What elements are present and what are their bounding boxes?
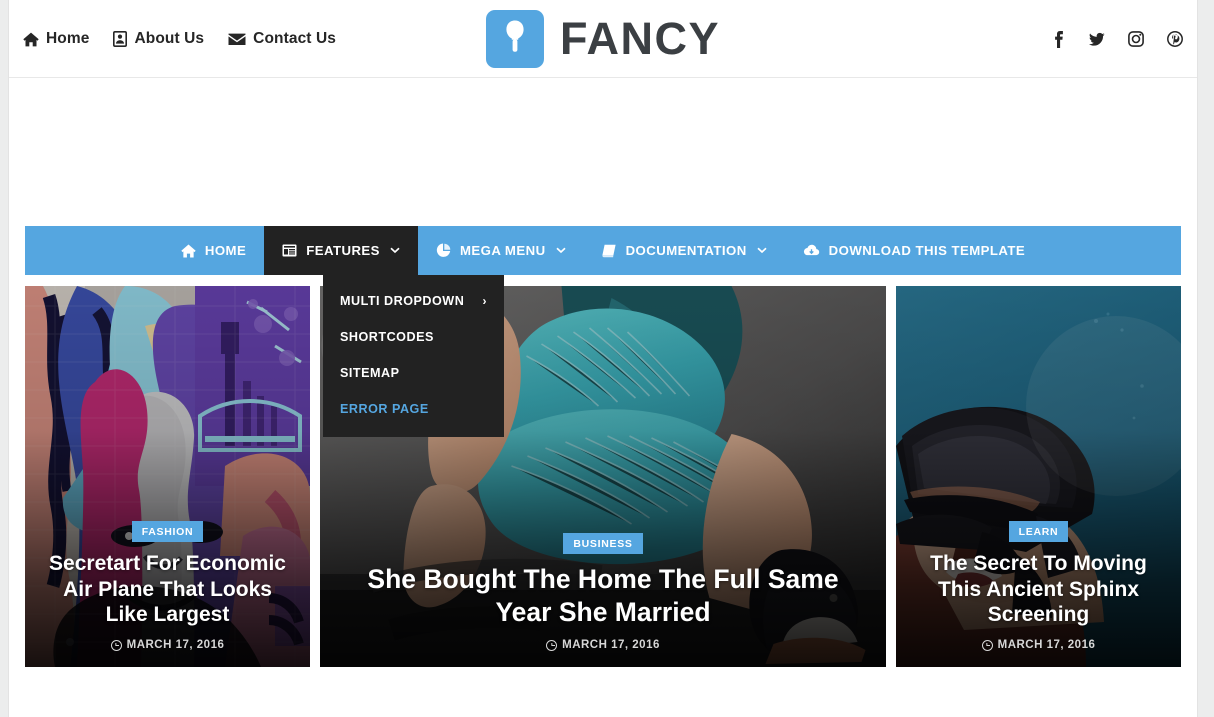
site-header: Home About Us Contact Us FANCY xyxy=(9,0,1197,78)
facebook-icon[interactable] xyxy=(1050,30,1066,48)
nav-item-mega-menu[interactable]: MEGA MENU xyxy=(418,226,584,275)
card-date: MARCH 17, 2016 xyxy=(336,639,870,651)
dropdown-label: SHORTCODES xyxy=(340,330,434,344)
chevron-right-icon: › xyxy=(482,294,487,308)
card-title[interactable]: Secretart For Economic Air Plane That Lo… xyxy=(41,551,294,628)
dropdown-item-multi-dropdown[interactable]: MULTI DROPDOWN › xyxy=(323,283,504,319)
card-content: LEARN The Secret To Moving This Ancient … xyxy=(896,521,1181,651)
featured-posts-grid: FASHION Secretart For Economic Air Plane… xyxy=(25,286,1181,667)
chevron-down-icon xyxy=(555,247,566,254)
nav-label: MEGA MENU xyxy=(459,243,546,258)
nav-item-home[interactable]: HOME xyxy=(163,226,264,275)
pie-chart-icon xyxy=(436,243,451,258)
card-date: MARCH 17, 2016 xyxy=(41,639,294,651)
cloud-download-icon xyxy=(803,244,820,257)
chevron-down-icon xyxy=(390,247,400,254)
card-date-text: MARCH 17, 2016 xyxy=(562,639,660,651)
dropdown-item-shortcodes[interactable]: SHORTCODES xyxy=(323,319,504,355)
pinterest-icon[interactable] xyxy=(1167,31,1183,47)
topnav-item-about-us[interactable]: About Us xyxy=(113,30,204,48)
ad-banner-area xyxy=(9,78,1197,226)
nav-label: HOME xyxy=(204,243,247,258)
dropdown-item-sitemap[interactable]: SITEMAP xyxy=(323,355,504,391)
topnav-item-contact-us[interactable]: Contact Us xyxy=(228,30,336,48)
card-date-text: MARCH 17, 2016 xyxy=(126,639,225,651)
clock-icon xyxy=(110,639,122,651)
card-category-badge[interactable]: LEARN xyxy=(1008,521,1069,543)
topnav-label: About Us xyxy=(134,30,205,47)
book-icon xyxy=(601,244,617,258)
id-card-icon xyxy=(113,31,128,47)
featured-card-learn[interactable]: LEARN The Secret To Moving This Ancient … xyxy=(896,286,1181,667)
card-category-badge[interactable]: FASHION xyxy=(131,521,204,543)
dropdown-label: ERROR PAGE xyxy=(340,402,429,416)
main-navigation-wrapper: HOME FEATURES MEGA MENU DOCUMENTATION DO… xyxy=(9,226,1197,437)
topnav-item-home[interactable]: Home xyxy=(23,30,89,48)
features-dropdown-menu: MULTI DROPDOWN › SHORTCODES SITEMAP ERRO… xyxy=(323,275,504,437)
home-icon xyxy=(23,32,39,47)
home-icon xyxy=(181,244,196,258)
clock-icon xyxy=(546,639,558,651)
dropdown-item-error-page[interactable]: ERROR PAGE xyxy=(323,391,504,427)
logo-text: FANCY xyxy=(559,13,721,64)
card-date: MARCH 17, 2016 xyxy=(912,639,1165,651)
card-content: FASHION Secretart For Economic Air Plane… xyxy=(25,521,310,651)
card-date-text: MARCH 17, 2016 xyxy=(997,639,1096,651)
dropdown-label: MULTI DROPDOWN xyxy=(340,294,465,308)
nav-label: DOWNLOAD THIS TEMPLATE xyxy=(828,243,1026,258)
clock-icon xyxy=(981,639,993,651)
card-category-badge[interactable]: BUSINESS xyxy=(563,533,643,555)
browser-viewport: Home About Us Contact Us FANCY HOME FEAT… xyxy=(0,0,1214,717)
topnav-label: Contact Us xyxy=(253,30,336,47)
site-logo[interactable]: FANCY xyxy=(485,9,721,68)
nav-label: FEATURES xyxy=(306,243,380,258)
envelope-icon xyxy=(228,33,246,46)
nav-item-documentation[interactable]: DOCUMENTATION xyxy=(584,226,785,275)
nav-item-download-template[interactable]: DOWNLOAD THIS TEMPLATE xyxy=(785,226,1043,275)
twitter-icon[interactable] xyxy=(1089,31,1105,47)
nav-item-features[interactable]: FEATURES xyxy=(264,226,418,275)
card-title[interactable]: She Bought The Home The Full Same Year S… xyxy=(336,563,870,628)
main-navigation: HOME FEATURES MEGA MENU DOCUMENTATION DO… xyxy=(25,226,1181,275)
dropdown-label: SITEMAP xyxy=(340,366,400,380)
logo-mark xyxy=(485,9,544,68)
card-title[interactable]: The Secret To Moving This Ancient Sphinx… xyxy=(912,551,1165,628)
social-links xyxy=(1050,0,1183,78)
instagram-icon[interactable] xyxy=(1128,31,1144,47)
window-icon xyxy=(282,244,297,257)
featured-card-fashion[interactable]: FASHION Secretart For Economic Air Plane… xyxy=(25,286,310,667)
topnav-label: Home xyxy=(46,30,90,47)
page-container: Home About Us Contact Us FANCY HOME FEAT… xyxy=(8,0,1198,717)
chevron-down-icon xyxy=(757,247,767,254)
nav-label: DOCUMENTATION xyxy=(625,243,747,258)
top-utility-nav: Home About Us Contact Us xyxy=(23,0,336,78)
card-content: BUSINESS She Bought The Home The Full Sa… xyxy=(320,533,886,651)
popsicle-icon xyxy=(502,19,528,58)
